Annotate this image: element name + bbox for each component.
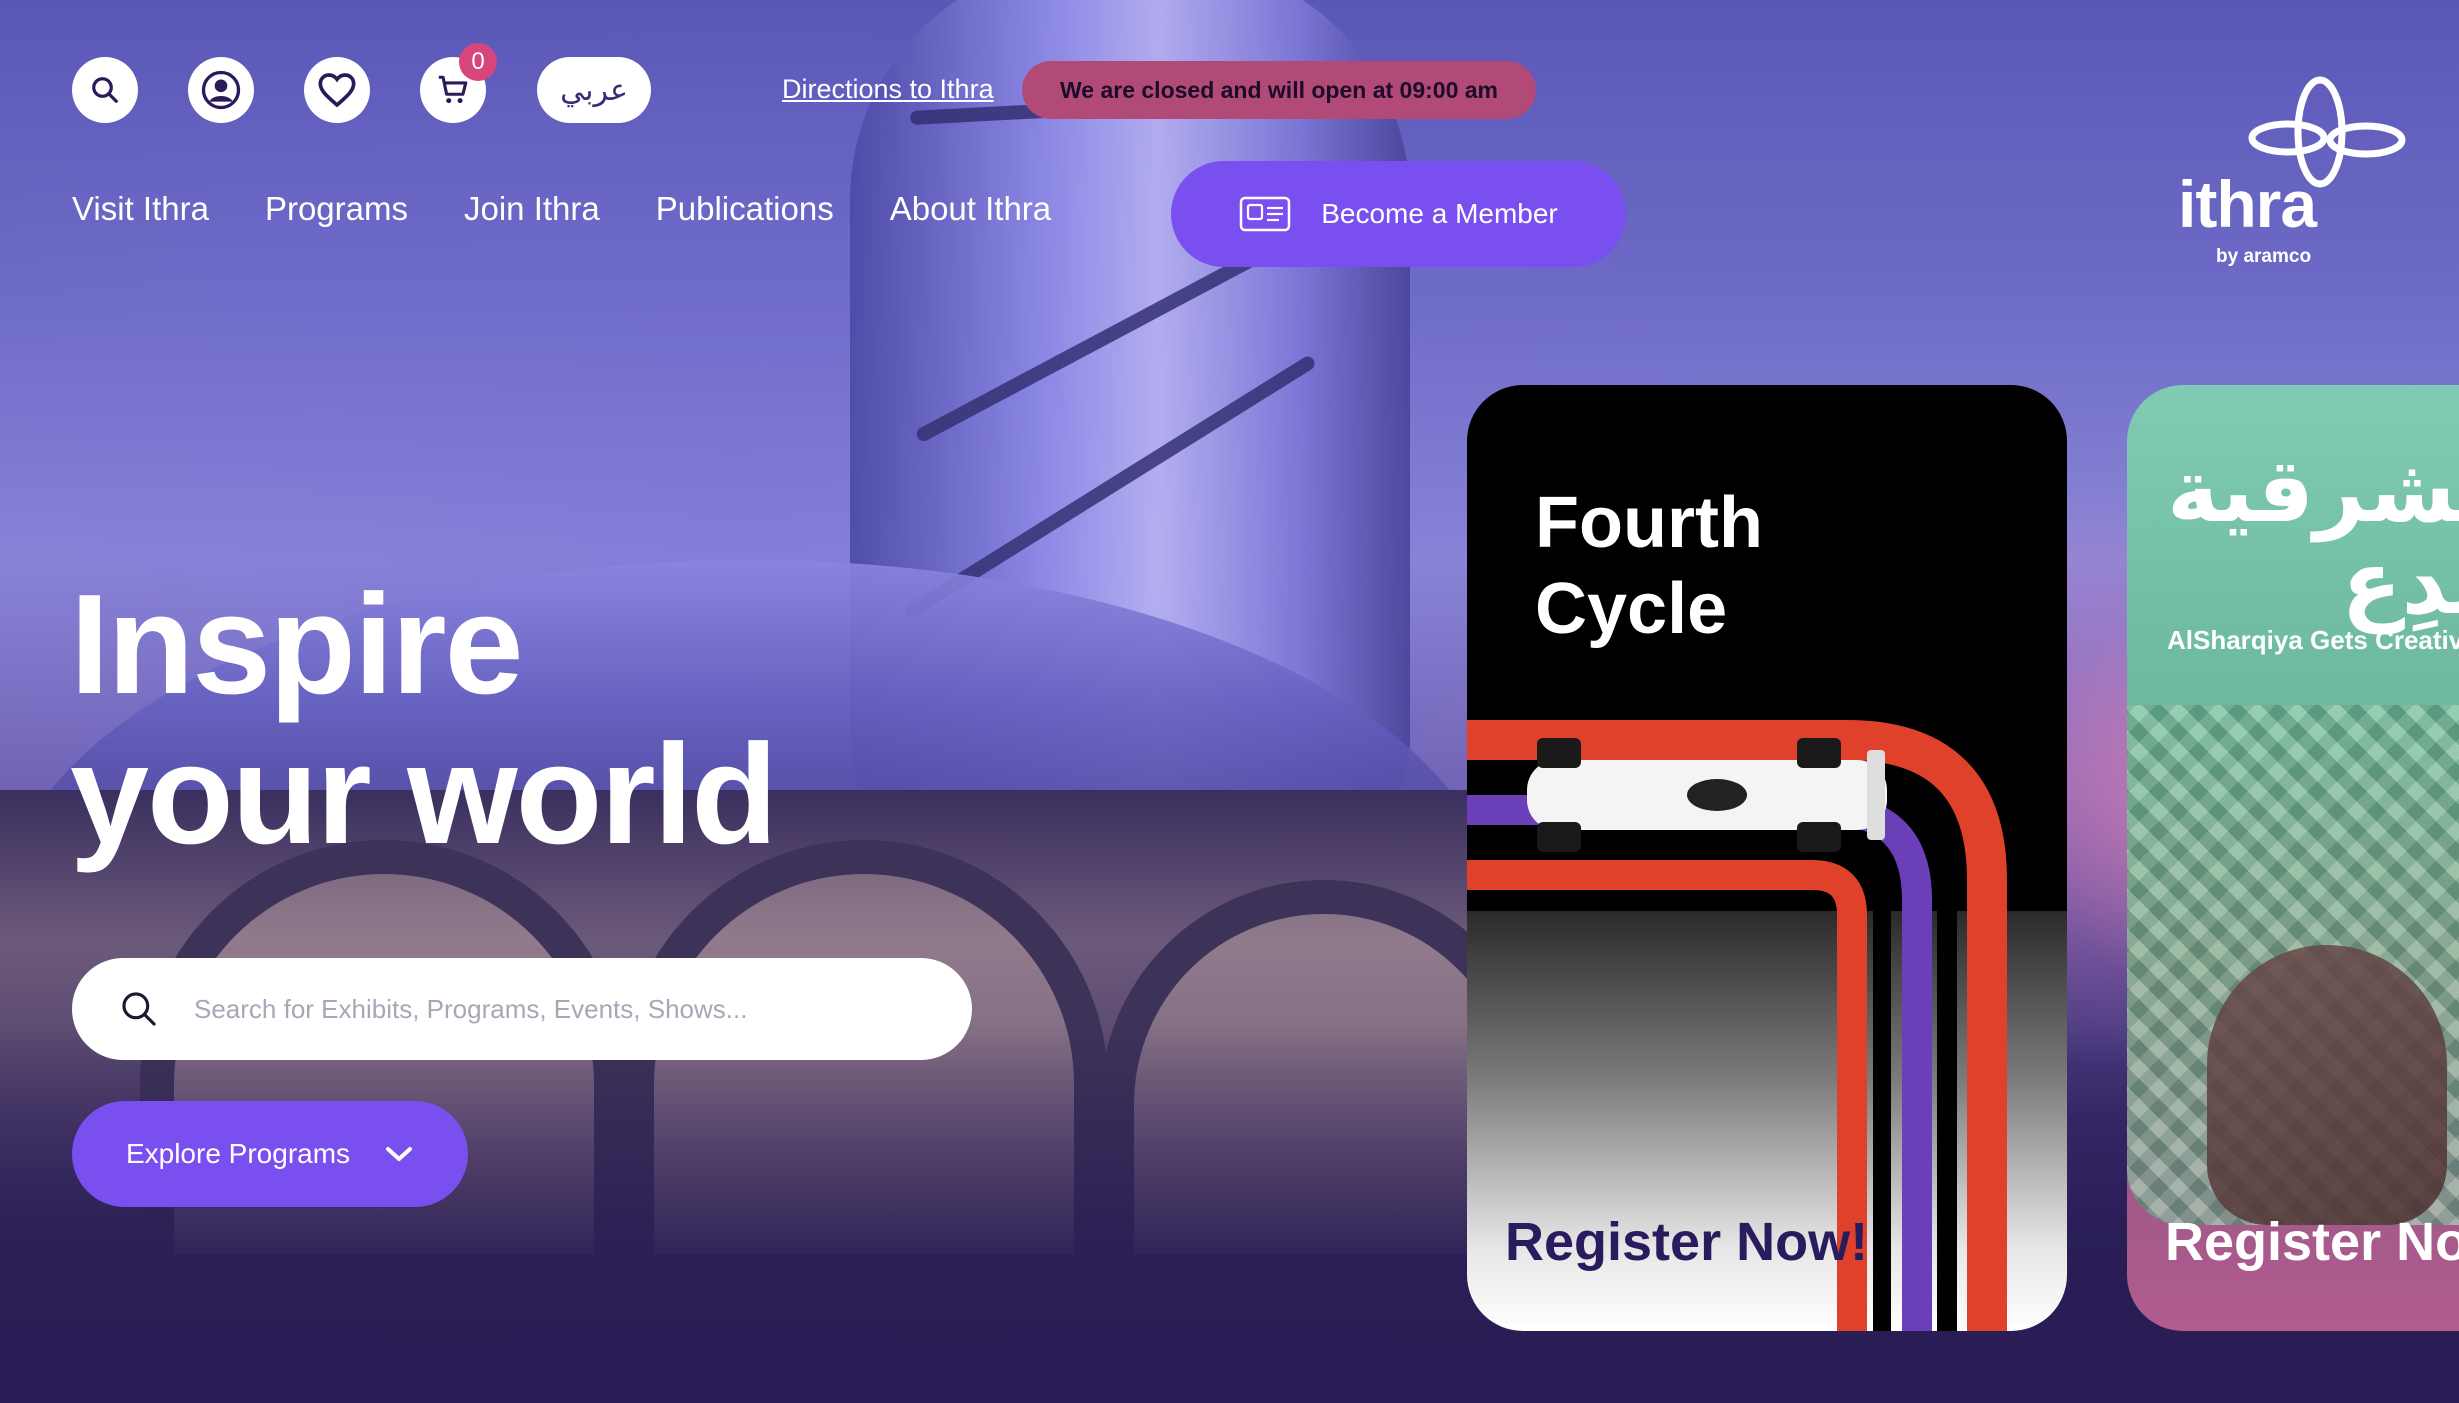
language-toggle-button[interactable]: عربي [537, 57, 651, 123]
hero-search-input[interactable] [192, 992, 896, 1026]
nav-item-visit-ithra[interactable]: Visit Ithra [72, 190, 209, 228]
hero-title: Inspire your world [70, 570, 970, 870]
card-title: Fourth Cycle [1535, 480, 1763, 652]
hero-search-bar[interactable] [72, 958, 972, 1060]
search-icon [92, 77, 118, 103]
register-now-link[interactable]: Register Now! [1505, 1211, 1868, 1273]
program-card-alsharqiya[interactable]: الشرقية تبدِع AlSharqiya Gets Creative R… [2127, 385, 2459, 1331]
cart-icon [438, 75, 468, 104]
search-icon [122, 992, 156, 1026]
nav-item-join-ithra[interactable]: Join Ithra [464, 190, 600, 228]
explore-programs-button[interactable]: Explore Programs [72, 1101, 468, 1207]
wishlist-button[interactable] [304, 57, 370, 123]
hero-title-line-2: your world [70, 715, 778, 874]
account-button[interactable] [188, 57, 254, 123]
card-arabic-title-line-2: تبدِع [2341, 533, 2459, 632]
user-icon [201, 70, 241, 110]
logo-sub: by aramco [2216, 246, 2312, 267]
card-subtitle: AlSharqiya Gets Creative [2167, 625, 2459, 655]
hero-title-line-1: Inspire [70, 565, 524, 724]
ground-fade [0, 1023, 2459, 1403]
directions-link[interactable]: Directions to Ithra [782, 74, 994, 105]
weaving-hand-image [2207, 945, 2447, 1225]
nav-item-about-ithra[interactable]: About Ithra [890, 190, 1051, 228]
register-now-link[interactable]: Register Now! [2165, 1211, 2459, 1273]
main-nav: Visit Ithra Programs Join Ithra Publicat… [72, 190, 1051, 228]
heart-icon [318, 73, 356, 108]
card-arabic-title: الشرقية تبدِع [2167, 445, 2459, 629]
search-button[interactable] [72, 57, 138, 123]
explore-programs-label: Explore Programs [125, 1138, 351, 1169]
nav-item-programs[interactable]: Programs [265, 190, 408, 228]
card-title-line-1: Fourth [1535, 483, 1763, 563]
become-member-button[interactable]: Become a Member [1171, 161, 1626, 267]
nav-item-publications[interactable]: Publications [656, 190, 834, 228]
chevron-down-icon [386, 1147, 413, 1161]
cart-count-badge: 0 [459, 43, 497, 81]
become-member-label: Become a Member [1321, 198, 1558, 229]
membership-card-icon [1239, 196, 1291, 232]
opening-status-badge: We are closed and will open at 09:00 am [1022, 61, 1536, 119]
card-title-line-2: Cycle [1535, 569, 1728, 649]
program-card-fourth-cycle[interactable]: Fourth Cycle Register Now! [1467, 385, 2067, 1331]
card-arabic-title-line-1: الشرقية [2167, 441, 2459, 540]
logo-wordmark[interactable]: ithra [2178, 166, 2317, 242]
